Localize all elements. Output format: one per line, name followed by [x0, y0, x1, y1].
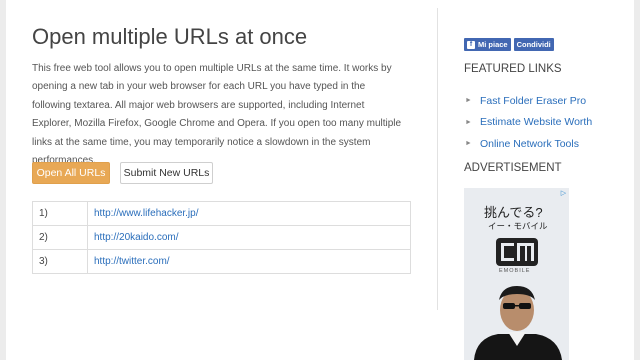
column-divider [437, 8, 438, 310]
open-all-urls-button[interactable]: Open All URLs [32, 162, 110, 184]
arrow-right-icon: ► [465, 97, 472, 105]
table-row: 1) http://www.lifehacker.jp/ [32, 201, 411, 226]
advertisement-heading: ADVERTISEMENT [464, 162, 562, 174]
featured-link[interactable]: ► Fast Folder Eraser Pro [464, 90, 592, 112]
ad-subline: イー・モバイル [488, 221, 548, 231]
ad-person-photo [474, 286, 562, 360]
featured-link-label: Online Network Tools [479, 137, 579, 150]
featured-link-label: Fast Folder Eraser Pro [479, 94, 587, 107]
advertisement-banner[interactable]: ▷ 挑んでる? イー・モバイル EMOBILE [464, 188, 569, 360]
table-row: 2) http://20kaido.com/ [32, 225, 411, 250]
social-buttons: f Mi piace Condividi [464, 38, 554, 51]
url-link[interactable]: http://www.lifehacker.jp/ [87, 201, 411, 226]
url-link[interactable]: http://twitter.com/ [87, 249, 411, 274]
arrow-right-icon: ► [465, 140, 472, 148]
facebook-share-button[interactable]: Condividi [513, 38, 554, 51]
url-table: 1) http://www.lifehacker.jp/ 2) http://2… [32, 201, 411, 274]
ad-brand: EMOBILE [499, 268, 531, 274]
facebook-icon: f [467, 40, 475, 49]
table-row: 3) http://twitter.com/ [32, 249, 411, 274]
featured-link[interactable]: ► Estimate Website Worth [464, 112, 592, 134]
ad-choices-icon[interactable]: ▷ [559, 189, 568, 198]
url-link[interactable]: http://20kaido.com/ [87, 225, 411, 250]
tool-description: This free web tool allows you to open mu… [32, 63, 402, 167]
row-number: 3) [32, 249, 88, 274]
ad-headline: 挑んでる? [484, 205, 543, 220]
row-number: 2) [32, 225, 88, 250]
share-label: Condividi [516, 40, 551, 49]
page-title: Open multiple URLs at once [32, 24, 308, 49]
row-number: 1) [32, 201, 88, 226]
facebook-like-button[interactable]: f Mi piace [464, 38, 511, 51]
featured-links-heading: FEATURED LINKS [464, 63, 562, 75]
featured-link[interactable]: ► Online Network Tools [464, 133, 592, 155]
featured-link-label: Estimate Website Worth [479, 116, 593, 129]
page: Open multiple URLs at once This free web… [6, 0, 634, 360]
like-label: Mi piace [478, 40, 508, 49]
emobile-logo-icon [496, 238, 538, 266]
arrow-right-icon: ► [465, 118, 472, 126]
featured-links-list: ► Fast Folder Eraser Pro ► Estimate Webs… [464, 90, 592, 155]
submit-new-urls-button[interactable]: Submit New URLs [120, 162, 213, 184]
